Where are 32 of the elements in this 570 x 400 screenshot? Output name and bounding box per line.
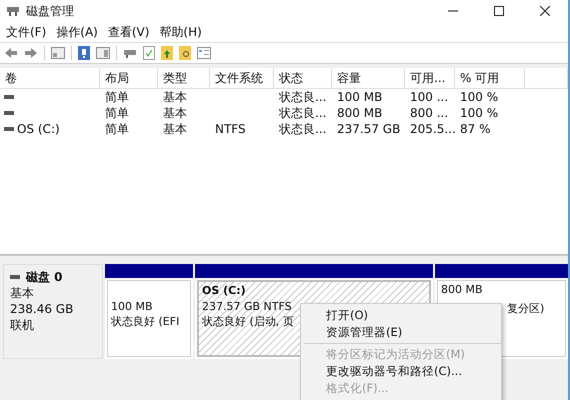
table-cell-text: 205.5... [409,121,455,137]
disk-type: 基本 [10,285,34,301]
table-cell-text: 简单 [104,121,130,137]
window-title: 磁盘管理 [26,2,74,20]
table-cell-text: 800 MB [336,105,384,121]
table-cell-text: 100 % [459,105,500,121]
disk-status: 联机 [10,317,34,333]
table-cell-text: 状态良... [278,105,328,121]
table-cell-text: 简单 [104,89,130,105]
disk-size: 238.46 GB [10,301,74,317]
table-cell-text: 100 MB [336,89,384,105]
table-cell-text: 237.57 GB [336,121,402,137]
table-cell-text: 100 ... [409,89,450,105]
table-cell-text: 状态良... [278,121,328,137]
partition-size: 237.57 GB NTFS [202,299,292,314]
table-cell-text: 基本 [162,105,188,121]
table-cell-text: 800 ... [409,105,450,121]
table-cell-text: 100 % [459,89,500,105]
table-cell-text: NTFS [214,121,247,137]
table-cell-text: 基本 [162,121,188,137]
table-cell-text: 87 % [459,121,492,137]
table-cell: OS (C:) [17,121,60,137]
partition-status: 状态良好 (EFI [111,314,180,329]
partition-status: 状态良好 (启动, 页 [202,314,294,329]
partition-name: OS (C:) [202,283,246,299]
disk-name: 磁盘 0 [26,269,63,285]
table-cell-text: 基本 [162,89,188,105]
partition-size: 800 MB [441,282,483,297]
partition-size: 100 MB [111,299,153,314]
partition-status: 复分区) [507,301,544,316]
table-cell-text: 状态良... [278,89,328,105]
table-cell-text: 简单 [104,105,130,121]
